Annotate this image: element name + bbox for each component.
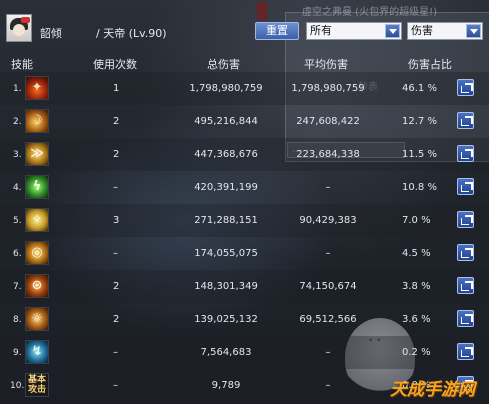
export-icon[interactable] bbox=[457, 178, 474, 195]
row-total-damage: 495,216,844 bbox=[194, 116, 258, 127]
row-rank: 1. bbox=[13, 84, 22, 94]
row-total-damage: 174,055,075 bbox=[194, 248, 258, 259]
row-uses: 1 bbox=[113, 83, 120, 94]
table-row: 1. ✦ 1 1,798,980,759 1,798,980,759 46.1 … bbox=[0, 72, 489, 105]
table-row: 5. ✧ 3 271,288,151 90,429,383 7.0 % bbox=[0, 204, 489, 237]
row-damage-share: 46.1 % bbox=[402, 83, 437, 94]
sort-select-value: 伤害 bbox=[411, 24, 433, 37]
column-header-average: 平均伤害 bbox=[304, 58, 348, 71]
row-rank: 7. bbox=[13, 282, 22, 292]
export-icon[interactable] bbox=[457, 112, 474, 129]
filter-select[interactable]: 所有 bbox=[306, 22, 402, 40]
chevron-down-icon[interactable] bbox=[385, 24, 400, 38]
row-total-damage: 7,564,683 bbox=[200, 347, 252, 358]
table-row: 2. ☽ 2 495,216,844 247,608,422 12.7 % bbox=[0, 105, 489, 138]
row-uses: 2 bbox=[113, 149, 120, 160]
row-total-damage: 420,391,199 bbox=[194, 182, 258, 193]
window-header: 韶倾 / 天帝 (Lv.90) 重置 所有 伤害 bbox=[0, 14, 489, 46]
row-uses: 2 bbox=[113, 116, 120, 127]
export-icon[interactable] bbox=[457, 277, 474, 294]
row-damage-share: 3.6 % bbox=[402, 314, 431, 325]
table-row: 9. ↯ – 7,564,683 – 0.2 % bbox=[0, 336, 489, 369]
row-average-damage: 247,608,422 bbox=[296, 116, 360, 127]
row-average-damage: – bbox=[325, 380, 331, 391]
player-avatar bbox=[6, 14, 32, 42]
row-damage-share: 11.5 % bbox=[402, 149, 437, 160]
row-uses: 2 bbox=[113, 314, 120, 325]
table-row: 6. ◎ – 174,055,075 – 4.5 % bbox=[0, 237, 489, 270]
export-icon[interactable] bbox=[457, 310, 474, 327]
row-damage-share: 10.8 % bbox=[402, 182, 437, 193]
reset-button[interactable]: 重置 bbox=[255, 22, 299, 40]
row-rank: 2. bbox=[13, 117, 22, 127]
flame-skill-icon: ✦ bbox=[25, 76, 49, 100]
lightning-skill-icon: ϟ bbox=[25, 175, 49, 199]
avatar-bow bbox=[21, 17, 30, 23]
column-header-skill: 技能 bbox=[11, 58, 33, 71]
row-average-damage: 69,512,566 bbox=[299, 314, 357, 325]
row-average-damage: – bbox=[325, 248, 331, 259]
row-damage-share: 7.0 % bbox=[402, 215, 431, 226]
export-icon[interactable] bbox=[457, 343, 474, 360]
row-damage-share: 3.8 % bbox=[402, 281, 431, 292]
export-icon[interactable] bbox=[457, 79, 474, 96]
table-row: 3. ≫ 2 447,368,676 223,684,338 11.5 % bbox=[0, 138, 489, 171]
basic-attack-icon: 基本 攻击 bbox=[25, 373, 49, 397]
table-row: 4. ϟ – 420,391,199 – 10.8 % bbox=[0, 171, 489, 204]
chevron-down-icon[interactable] bbox=[466, 24, 481, 38]
row-rank: 9. bbox=[13, 348, 22, 358]
table-row: 7. ⊛ 2 148,301,349 74,150,674 3.8 % bbox=[0, 270, 489, 303]
export-icon[interactable] bbox=[457, 244, 474, 261]
row-total-damage: 148,301,349 bbox=[194, 281, 258, 292]
row-uses: – bbox=[113, 347, 118, 358]
player-class: / 天帝 (Lv.90) bbox=[96, 27, 167, 40]
sun-skill-icon: ☼ bbox=[25, 307, 49, 331]
table-row: 8. ☼ 2 139,025,132 69,512,566 3.6 % bbox=[0, 303, 489, 336]
row-damage-share: 12.7 % bbox=[402, 116, 437, 127]
column-header-uses: 使用次数 bbox=[93, 58, 137, 71]
row-average-damage: – bbox=[325, 182, 331, 193]
damage-stats-window: 韶倾 / 天帝 (Lv.90) 重置 所有 伤害 技能 使用次数 总伤害 平均伤… bbox=[0, 0, 489, 404]
row-average-damage: 90,429,383 bbox=[299, 215, 357, 226]
export-icon[interactable] bbox=[457, 211, 474, 228]
row-rank: 3. bbox=[13, 150, 22, 160]
row-total-damage: 9,789 bbox=[211, 380, 241, 391]
export-icon[interactable] bbox=[457, 145, 474, 162]
star-skill-icon: ✧ bbox=[25, 208, 49, 232]
row-rank: 8. bbox=[13, 315, 22, 325]
row-average-damage: 223,684,338 bbox=[296, 149, 360, 160]
avatar-face bbox=[13, 24, 25, 36]
claw-skill-icon: ☽ bbox=[25, 109, 49, 133]
rune-skill-icon: ⊛ bbox=[25, 274, 49, 298]
row-uses: – bbox=[113, 248, 118, 259]
row-damage-share: 4.5 % bbox=[402, 248, 431, 259]
column-header-total: 总伤害 bbox=[207, 58, 240, 71]
row-average-damage: – bbox=[325, 347, 331, 358]
filter-select-value: 所有 bbox=[310, 24, 332, 37]
row-rank: 5. bbox=[13, 216, 22, 226]
row-uses: 2 bbox=[113, 281, 120, 292]
row-total-damage: 1,798,980,759 bbox=[189, 83, 263, 94]
row-uses: – bbox=[113, 182, 118, 193]
column-header-share: 伤害占比 bbox=[408, 58, 452, 71]
table-header: 技能 使用次数 总伤害 平均伤害 伤害占比 bbox=[0, 54, 489, 71]
row-rank: 6. bbox=[13, 249, 22, 259]
row-total-damage: 447,368,676 bbox=[194, 149, 258, 160]
row-total-damage: 271,288,151 bbox=[194, 215, 258, 226]
site-watermark: 天成手游网 bbox=[390, 380, 475, 400]
basic-attack-text: 基本 攻击 bbox=[27, 375, 46, 395]
orb-skill-icon: ◎ bbox=[25, 241, 49, 265]
player-name: 韶倾 bbox=[40, 27, 62, 40]
row-uses: – bbox=[113, 380, 118, 391]
row-rank: 10. bbox=[10, 381, 25, 391]
row-uses: 3 bbox=[113, 215, 120, 226]
row-total-damage: 139,025,132 bbox=[194, 314, 258, 325]
row-average-damage: 74,150,674 bbox=[299, 281, 357, 292]
blue-skill-icon: ↯ bbox=[25, 340, 49, 364]
row-damage-share: 0.2 % bbox=[402, 347, 431, 358]
sort-select[interactable]: 伤害 bbox=[407, 22, 483, 40]
row-average-damage: 1,798,980,759 bbox=[291, 83, 365, 94]
slash-skill-icon: ≫ bbox=[25, 142, 49, 166]
row-rank: 4. bbox=[13, 183, 22, 193]
